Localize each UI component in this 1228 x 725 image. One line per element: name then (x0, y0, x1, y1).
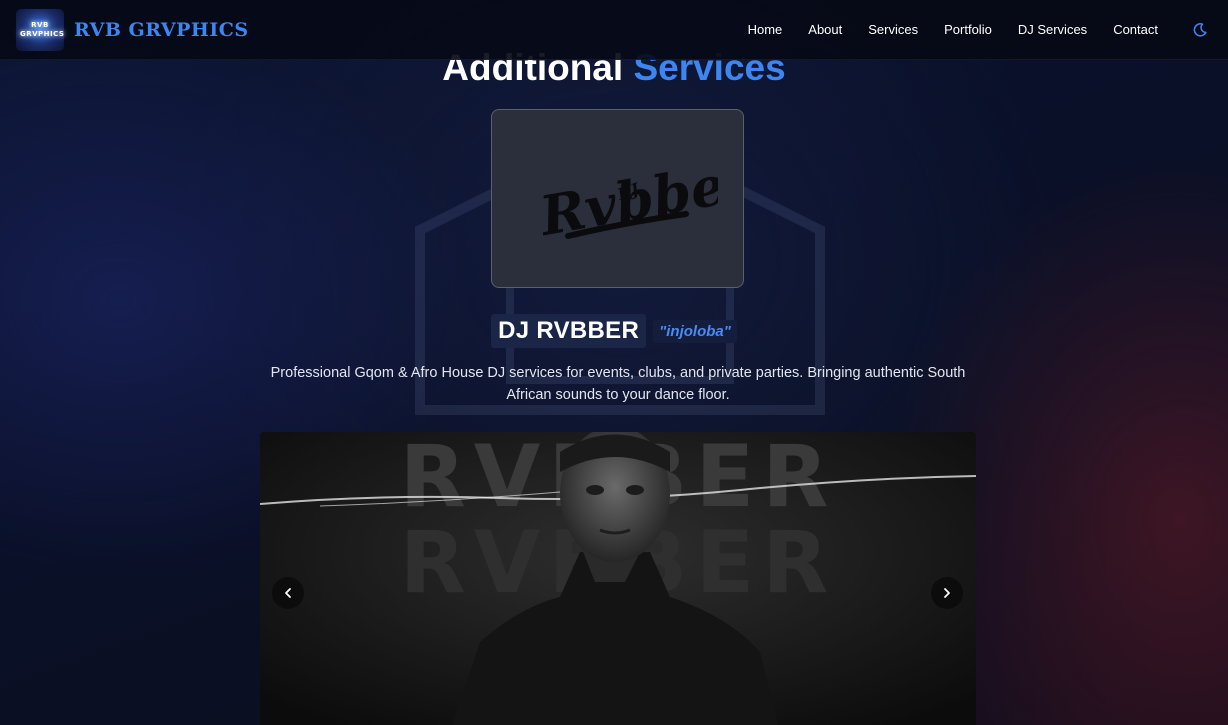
dj-rvbber-logo: DJ Rvbber (533, 147, 718, 248)
dj-name: DJ RVBBER (491, 314, 647, 348)
carousel-next-button[interactable] (931, 577, 963, 609)
chevron-right-icon (944, 588, 950, 598)
brand-name[interactable]: RVB GRVPHICS (74, 19, 249, 41)
dj-heading: DJ RVBBER "injoloba" (0, 314, 1228, 348)
carousel-prev-button[interactable] (272, 577, 304, 609)
dj-logo-script: Rvbber (533, 147, 718, 248)
top-navbar: RVB GRVPHICS RVB GRVPHICS Home About Ser… (0, 0, 1228, 60)
nav-link-about[interactable]: About (808, 22, 842, 37)
nav-link-home[interactable]: Home (748, 22, 783, 37)
nav-link-contact[interactable]: Contact (1113, 22, 1158, 37)
dj-tagline: "injoloba" (653, 319, 737, 343)
dj-photo-carousel[interactable]: RVBBER RVBBER (260, 432, 976, 725)
dj-logo-card: DJ Rvbber (491, 109, 744, 288)
dj-photo: RVBBER RVBBER (260, 432, 976, 725)
nav-links: Home About Services Portfolio DJ Service… (748, 22, 1158, 37)
brand-logo[interactable]: RVB GRVPHICS (16, 8, 65, 51)
nav-link-dj-services[interactable]: DJ Services (1018, 22, 1087, 37)
brand-logo-text: RVB GRVPHICS (20, 20, 65, 38)
nav-link-portfolio[interactable]: Portfolio (944, 22, 992, 37)
moon-icon[interactable] (1192, 22, 1208, 38)
nav-link-services[interactable]: Services (868, 22, 918, 37)
chevron-left-icon (285, 588, 291, 598)
dj-description: Professional Gqom & Afro House DJ servic… (270, 365, 966, 403)
